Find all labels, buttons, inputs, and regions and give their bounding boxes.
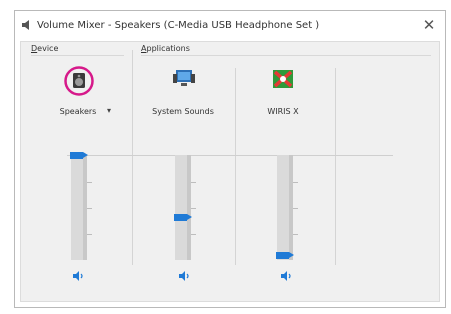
slider-tick: [191, 234, 196, 235]
device-dropdown-arrow[interactable]: ▾: [107, 106, 111, 115]
speakers-volume-track[interactable]: [71, 155, 83, 260]
speakers-mute-icon[interactable]: [72, 270, 86, 282]
mixer-panel: Device Applications Speakers ▾ System So…: [20, 41, 440, 302]
speaker-device-icon[interactable]: [64, 66, 94, 96]
device-section-label: Device: [31, 44, 59, 53]
system-sounds-volume-thumb[interactable]: [174, 214, 192, 221]
speaker-title-icon: [22, 20, 29, 30]
close-button[interactable]: ✕: [417, 14, 441, 36]
slider-tick: [87, 182, 92, 183]
slider-tick: [87, 234, 92, 235]
column-divider: [235, 68, 236, 265]
title-bar: Volume Mixer - Speakers (C-Media USB Hea…: [15, 11, 445, 41]
slider-tick: [293, 208, 298, 209]
window-title: Volume Mixer - Speakers (C-Media USB Hea…: [37, 20, 320, 31]
column-divider: [335, 68, 336, 265]
system-sounds-label: System Sounds: [152, 107, 214, 116]
applications-section-rule: [141, 55, 431, 56]
system-sounds-mute-icon[interactable]: [178, 270, 192, 282]
system-sounds-icon: [173, 70, 195, 86]
device-divider: [132, 50, 133, 265]
wiris-app-icon: [273, 70, 293, 88]
speakers-volume-thumb[interactable]: [70, 152, 88, 159]
applications-section-label: Applications: [141, 44, 190, 53]
system-sounds-volume-track[interactable]: [175, 155, 187, 260]
level-reference-line: [67, 155, 393, 156]
speakers-label: Speakers: [59, 107, 97, 116]
slider-tick: [293, 234, 298, 235]
volume-mixer-window: Volume Mixer - Speakers (C-Media USB Hea…: [14, 10, 446, 308]
wiris-volume-thumb[interactable]: [276, 252, 294, 259]
wiris-mute-icon[interactable]: [280, 270, 294, 282]
slider-tick: [191, 208, 196, 209]
wiris-volume-track[interactable]: [277, 155, 289, 260]
slider-tick: [293, 182, 298, 183]
device-section-rule: [31, 55, 124, 56]
slider-tick: [87, 208, 92, 209]
slider-tick: [191, 182, 196, 183]
wiris-label: WIRIS X: [267, 107, 299, 116]
